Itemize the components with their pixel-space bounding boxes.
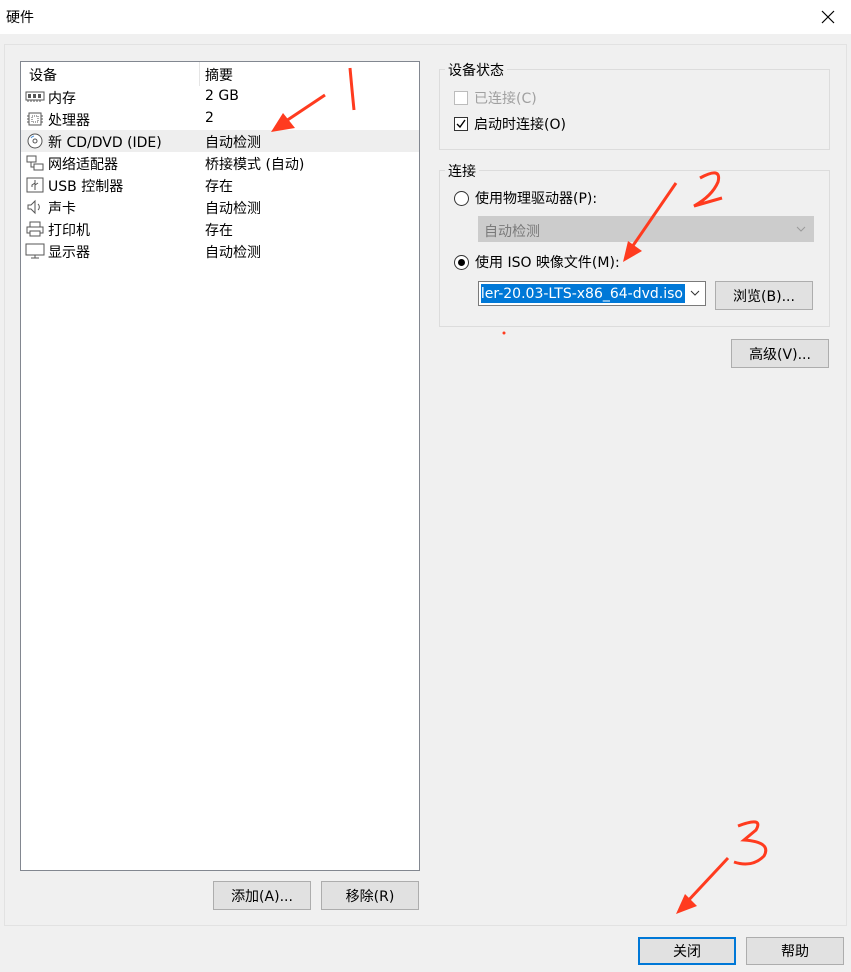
column-header-summary[interactable]: 摘要 (205, 65, 233, 85)
close-icon (821, 10, 835, 24)
device-summary: 桥接模式 (自动) (205, 157, 305, 173)
physical-drive-label: 使用物理驱动器(P): (475, 191, 598, 207)
device-status-group (439, 69, 830, 150)
remove-button[interactable]: 移除(R) (321, 881, 419, 910)
window-close-button[interactable] (805, 0, 851, 34)
radio-dot (458, 258, 465, 266)
iso-path-combobox[interactable]: uler-20.03-LTS-x86_64-dvd.iso (478, 281, 706, 306)
column-header-device[interactable]: 设备 (29, 65, 57, 85)
device-name: 打印机 (48, 223, 90, 239)
usb-icon (26, 177, 44, 193)
physical-drive-value: 自动检测 (484, 224, 540, 240)
connected-checkbox[interactable]: 已连接(C) (454, 88, 537, 108)
device-name: 网络适配器 (48, 157, 118, 173)
list-item-usb-controller[interactable]: USB 控制器 存在 (21, 174, 419, 196)
device-name: 内存 (48, 91, 76, 107)
list-item-processor[interactable]: 处理器 2 (21, 108, 419, 130)
processor-icon (27, 112, 43, 126)
physical-drive-radio[interactable]: 使用物理驱动器(P): (454, 188, 597, 208)
device-summary: 自动检测 (205, 135, 261, 151)
device-summary: 存在 (205, 179, 233, 195)
network-adapter-icon (26, 155, 44, 171)
list-item-memory[interactable]: 内存 2 GB (21, 86, 419, 108)
connect-at-power-on-checkbox[interactable]: 启动时连接(O) (454, 114, 566, 134)
cd-dvd-icon (27, 133, 43, 149)
device-name: 处理器 (48, 113, 90, 129)
advanced-button[interactable]: 高级(V)... (731, 339, 829, 368)
browse-button[interactable]: 浏览(B)... (715, 281, 813, 310)
device-name: 显示器 (48, 245, 90, 261)
iso-path-value[interactable]: uler-20.03-LTS-x86_64-dvd.iso (481, 284, 685, 303)
connected-label: 已连接(C) (474, 91, 537, 107)
help-button[interactable]: 帮助 (746, 937, 844, 965)
list-item-sound-card[interactable]: 声卡 自动检测 (21, 196, 419, 218)
device-name: USB 控制器 (48, 179, 124, 195)
monitor-icon (25, 243, 45, 259)
device-summary: 存在 (205, 223, 233, 239)
list-header: 设备 摘要 (21, 62, 419, 86)
chevron-down-icon[interactable] (689, 287, 701, 299)
iso-label: 使用 ISO 映像文件(M): (475, 255, 620, 271)
speaker-icon (27, 199, 40, 215)
radio-button (454, 190, 469, 206)
device-name: 新 CD/DVD (IDE) (48, 135, 162, 151)
list-item-network-adapter[interactable]: 网络适配器 桥接模式 (自动) (21, 152, 419, 174)
connect-at-power-on-label: 启动时连接(O) (474, 117, 566, 133)
title-bar: 硬件 (0, 0, 851, 34)
device-summary: 自动检测 (205, 201, 261, 217)
checkbox-box (454, 91, 468, 105)
device-list[interactable]: 设备 摘要 内存 2 GB 处理器 2 新 CD/DVD (IDE) 自动检测 (20, 61, 420, 871)
window-title: 硬件 (6, 10, 34, 26)
iso-radio[interactable]: 使用 ISO 映像文件(M): (454, 252, 620, 272)
physical-drive-select[interactable]: 自动检测 (478, 216, 814, 242)
device-summary: 自动检测 (205, 245, 261, 261)
checkmark-icon (456, 119, 466, 129)
list-item-printer[interactable]: 打印机 存在 (21, 218, 419, 240)
printer-icon (26, 221, 44, 237)
device-summary: 2 GB (205, 88, 239, 104)
memory-icon (25, 91, 45, 102)
radio-button (454, 254, 469, 270)
chevron-down-icon (796, 226, 806, 232)
device-status-label: 设备状态 (445, 60, 507, 80)
device-name: 声卡 (48, 201, 76, 217)
close-button[interactable]: 关闭 (638, 937, 736, 965)
list-item-display[interactable]: 显示器 自动检测 (21, 240, 419, 262)
add-button[interactable]: 添加(A)... (213, 881, 311, 910)
connection-label: 连接 (445, 161, 479, 181)
checkbox-box (454, 117, 468, 131)
device-summary: 2 (205, 110, 214, 126)
list-item-cd-dvd[interactable]: 新 CD/DVD (IDE) 自动检测 (21, 130, 419, 152)
column-separator[interactable] (199, 62, 200, 86)
